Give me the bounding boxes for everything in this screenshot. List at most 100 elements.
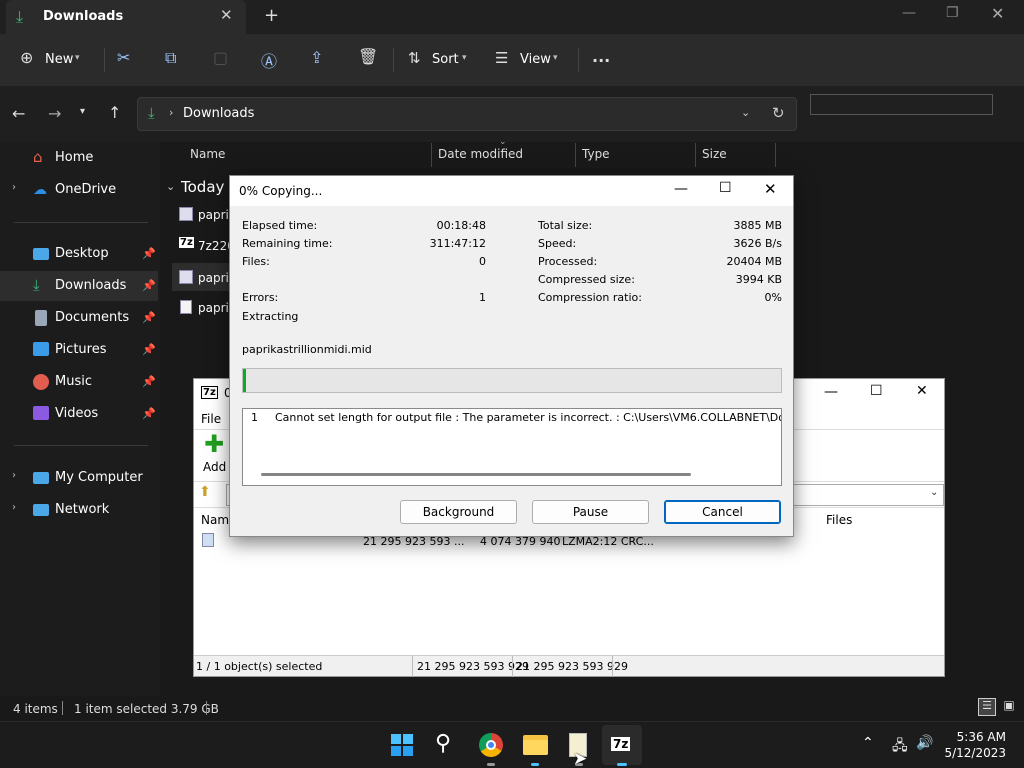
back-icon[interactable]: ← (12, 104, 25, 123)
sidebar-item-network[interactable]: › Network (0, 495, 158, 525)
pin-icon[interactable]: 📌 (142, 311, 156, 324)
view-button[interactable]: ☰ View ▾ (490, 45, 572, 73)
pin-icon[interactable]: 📌 (142, 279, 156, 292)
file-row[interactable]: 7z 7z220 (172, 232, 235, 258)
compression-ratio-value: 0% (764, 291, 782, 304)
start-button[interactable] (391, 734, 413, 756)
search-icon[interactable]: ⚲ (435, 731, 451, 756)
column-header-size[interactable]: Size (702, 147, 727, 163)
search-input[interactable] (810, 94, 993, 115)
total-size-label: Total size: (538, 219, 593, 232)
item-count: 4 items (13, 702, 58, 716)
expand-chevron-icon[interactable]: › (12, 502, 16, 513)
file-row-selected[interactable]: paprik (172, 263, 236, 291)
remaining-time-value: 311:47:12 (429, 237, 486, 250)
up-icon[interactable]: ↑ (108, 103, 121, 122)
minimize-icon[interactable]: — (902, 5, 916, 21)
column-header-date-modified[interactable]: Date modified (438, 147, 523, 163)
column-header-files[interactable]: Files (826, 513, 852, 527)
address-dropdown-icon[interactable]: ⌄ (741, 106, 750, 119)
column-header-name[interactable]: Name (190, 147, 225, 163)
column-separator[interactable] (431, 143, 432, 167)
sidebar-item-downloads[interactable]: ⤓ Downloads 📌 (0, 271, 158, 301)
pin-icon[interactable]: 📌 (142, 247, 156, 260)
selection-info: 1 item selected 3.79 GB (74, 702, 219, 716)
toolbar-divider (393, 48, 394, 72)
forward-icon[interactable]: → (48, 104, 61, 123)
horizontal-scrollbar[interactable] (261, 473, 691, 476)
new-label: New (45, 52, 74, 67)
pin-icon[interactable]: 📌 (142, 407, 156, 420)
address-bar[interactable]: ⤓ › Downloads ⌄ ↻ (137, 97, 797, 131)
close-dialog-icon[interactable]: ✕ (764, 180, 777, 198)
pin-icon[interactable]: 📌 (142, 343, 156, 356)
path-dropdown-icon[interactable]: ⌄ (930, 487, 938, 498)
file-explorer-icon[interactable] (523, 735, 548, 755)
chevron-up-icon[interactable]: ⌃ (862, 735, 874, 751)
tiles-view-icon[interactable]: ▣ (1000, 698, 1018, 716)
clock[interactable]: 5:36 AM 5/12/2023 (944, 728, 1010, 762)
restore-icon[interactable]: ❐ (946, 5, 959, 21)
7zip-taskbar-button[interactable]: 7z (602, 725, 642, 765)
maximize-icon[interactable]: ☐ (870, 383, 883, 399)
sort-button[interactable]: ⇅ Sort ▾ (403, 45, 481, 73)
close-tab-icon[interactable]: ✕ (220, 6, 233, 24)
sidebar-item-pictures[interactable]: Pictures 📌 (0, 335, 158, 365)
network-status-icon[interactable]: 🖧 (892, 735, 908, 759)
log-index: 1 (251, 411, 258, 424)
volume-icon[interactable]: 🔊 (916, 735, 933, 751)
column-separator[interactable] (695, 143, 696, 167)
file-row[interactable]: paprik (172, 294, 236, 320)
share-icon[interactable]: ⇪ (310, 48, 323, 67)
add-label: Add (203, 460, 227, 474)
expand-chevron-icon[interactable]: › (12, 182, 16, 193)
maximize-icon[interactable]: ☐ (719, 180, 732, 196)
expand-chevron-icon[interactable]: › (12, 470, 16, 481)
breadcrumb-downloads[interactable]: Downloads (183, 106, 254, 121)
new-button[interactable]: ⊕ New ▾ (14, 45, 90, 73)
sidebar-item-music[interactable]: Music 📌 (0, 367, 158, 397)
pin-icon[interactable]: 📌 (142, 375, 156, 388)
more-options-icon[interactable]: ... (592, 47, 610, 66)
column-separator[interactable] (775, 143, 776, 167)
sidebar-item-home[interactable]: ⌂ Home (0, 143, 158, 173)
column-header-type[interactable]: Type (582, 147, 610, 163)
cut-icon[interactable]: ✂ (117, 48, 130, 67)
sidebar-item-my-computer[interactable]: › My Computer (0, 463, 158, 493)
column-separator[interactable] (575, 143, 576, 167)
copy-progress-dialog: 0% Copying... — ☐ ✕ Elapsed time: 00:18:… (229, 175, 794, 537)
pause-button[interactable]: Pause (532, 500, 649, 524)
download-icon: ⤓ (16, 7, 24, 26)
file-row[interactable]: paprik (172, 201, 236, 227)
minimize-icon[interactable]: — (674, 181, 688, 197)
chrome-icon[interactable] (479, 733, 503, 757)
close-window-icon[interactable]: ✕ (916, 383, 928, 399)
close-window-icon[interactable]: ✕ (991, 4, 1004, 23)
total-size-value: 3885 MB (733, 219, 782, 232)
background-button[interactable]: Background (400, 500, 517, 524)
refresh-icon[interactable]: ↻ (772, 104, 785, 122)
cancel-button[interactable]: Cancel (664, 500, 781, 524)
selection-status: 1 / 1 object(s) selected (196, 660, 323, 673)
delete-icon[interactable]: 🗑 (358, 47, 378, 66)
sidebar-item-documents[interactable]: Documents 📌 (0, 303, 158, 333)
menu-file[interactable]: File (201, 412, 221, 426)
recent-locations-icon[interactable]: ▾ (80, 106, 85, 117)
new-tab-icon[interactable]: + (264, 5, 279, 26)
paste-icon[interactable]: ▢ (213, 48, 228, 67)
folder-up-icon[interactable]: ⬆ (199, 484, 211, 500)
rename-icon[interactable]: Ⓐ (261, 48, 277, 72)
copy-icon[interactable]: ⧉ (165, 48, 176, 68)
minimize-icon[interactable]: — (824, 384, 838, 400)
tab-downloads[interactable]: ⤓ Downloads ✕ (6, 0, 246, 34)
sidebar-item-videos[interactable]: Videos 📌 (0, 399, 158, 429)
progress-fill (243, 369, 246, 392)
group-collapse-icon[interactable]: ⌄ (166, 180, 175, 193)
error-log-list[interactable]: 1 Cannot set length for output file : Th… (242, 408, 782, 486)
group-today[interactable]: Today (181, 178, 224, 196)
taskbar: ⚲ ➤ 7z ⌃ 🖧 🔊 5:36 AM 5/12/2023 (0, 721, 1024, 768)
document-icon (202, 533, 214, 547)
details-view-icon[interactable]: ☰ (978, 698, 996, 716)
sidebar-item-desktop[interactable]: Desktop 📌 (0, 239, 158, 269)
sidebar-item-onedrive[interactable]: › ☁ OneDrive (0, 175, 158, 205)
